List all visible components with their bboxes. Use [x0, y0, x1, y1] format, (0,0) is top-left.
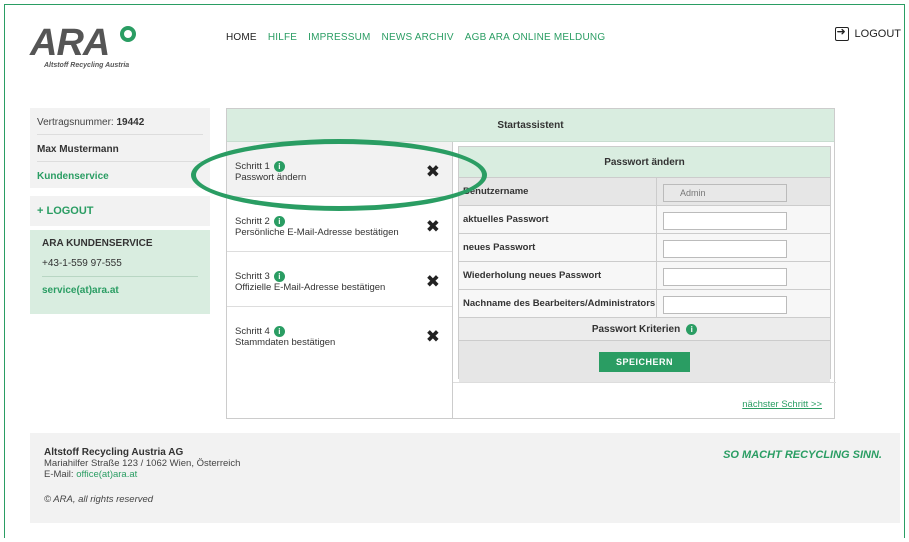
recycle-swirl-icon — [120, 26, 136, 42]
step-number: Schritt 1 — [235, 161, 270, 172]
editor-lastname-row: Nachname des Bearbeiters/Administrators — [459, 290, 830, 318]
username-row: Benutzername — [459, 178, 830, 206]
start-wizard: Startassistent Schritt 1i Passwort änder… — [226, 108, 836, 419]
password-criteria[interactable]: Passwort Kriterien i — [459, 318, 830, 341]
save-area: SPEICHERN — [459, 341, 830, 382]
logo-subtitle: Altstoff Recycling Austria — [44, 62, 130, 69]
step-label: Persönliche E-Mail-Adresse bestätigen — [235, 227, 399, 238]
user-name-text: Max Mustermann — [37, 144, 119, 155]
contract-label: Vertragsnummer: — [37, 117, 114, 128]
info-icon[interactable]: i — [273, 216, 285, 227]
current-password-input[interactable] — [663, 212, 787, 230]
service-email-link[interactable]: service(at)ara.at — [42, 277, 198, 296]
footer: Altstoff Recycling Austria AG Mariahilfe… — [30, 433, 900, 523]
field-label: Wiederholung neues Passwort — [459, 262, 657, 289]
logout-top-label: LOGOUT — [854, 28, 901, 40]
wizard-step-2[interactable]: Schritt 2i Persönliche E-Mail-Adresse be… — [227, 197, 452, 252]
field-label: aktuelles Passwort — [459, 206, 657, 233]
save-button[interactable]: SPEICHERN — [598, 351, 690, 372]
wizard-step-1[interactable]: Schritt 1i Passwort ändern ✖ — [227, 142, 452, 197]
service-phone: +43-1-559 97-555 — [42, 258, 198, 277]
user-name: Max Mustermann — [37, 135, 203, 162]
contract-row: Vertragsnummer: 19442 — [37, 108, 203, 135]
step-number: Schritt 4 — [235, 326, 270, 337]
repeat-password-input[interactable] — [663, 268, 787, 286]
account-box: Vertragsnummer: 19442 Max Mustermann Kun… — [30, 108, 210, 188]
step-label: Stammdaten bestätigen — [235, 337, 336, 348]
password-panel: Passwort ändern Benutzername aktuelles P… — [458, 146, 831, 382]
contract-number: 19442 — [116, 117, 145, 128]
service-title: ARA KUNDENSERVICE — [42, 238, 153, 249]
logout-icon — [834, 25, 849, 41]
top-navigation: HOME HILFE IMPRESSUM NEWS ARCHIV AGB ARA… — [226, 32, 605, 43]
current-password-row: aktuelles Passwort — [459, 206, 830, 234]
footer-slogan: SO MACHT RECYCLING SINN. — [723, 449, 882, 461]
criteria-label: Passwort Kriterien — [591, 323, 681, 335]
footer-email-label: E-Mail: — [44, 469, 74, 480]
password-panel-title: Passwort ändern — [459, 147, 830, 178]
nav-news-archiv[interactable]: NEWS ARCHIV — [382, 32, 454, 43]
service-box: ARA KUNDENSERVICE +43-1-559 97-555 servi… — [30, 230, 210, 314]
footer-email: E-Mail: office(at)ara.at — [44, 469, 886, 480]
editor-lastname-input[interactable] — [663, 296, 787, 314]
wizard-steps: Schritt 1i Passwort ändern ✖ Schritt 2i … — [227, 142, 453, 418]
step-label: Passwort ändern — [235, 172, 307, 183]
username-field — [663, 184, 787, 202]
step-number: Schritt 2 — [235, 216, 270, 227]
repeat-password-row: Wiederholung neues Passwort — [459, 262, 830, 290]
field-label: Nachname des Bearbeiters/Administrators — [459, 290, 657, 317]
wizard-step-4[interactable]: Schritt 4i Stammdaten bestätigen ✖ — [227, 307, 452, 362]
new-password-input[interactable] — [663, 240, 787, 258]
next-step-link[interactable]: nächster Schritt >> — [742, 399, 822, 410]
nav-hilfe[interactable]: HILFE — [268, 32, 297, 43]
nav-home[interactable]: HOME — [226, 32, 257, 43]
info-icon[interactable]: i — [273, 326, 285, 337]
sidebar: Vertragsnummer: 19442 Max Mustermann Kun… — [30, 108, 210, 314]
info-icon[interactable]: i — [273, 161, 285, 172]
divider — [453, 382, 836, 383]
sidebar-logout-link[interactable]: + LOGOUT — [30, 196, 210, 226]
info-icon[interactable]: i — [273, 271, 285, 282]
footer-copyright: © ARA, all rights reserved — [44, 494, 154, 505]
logout-top-button[interactable]: LOGOUT — [834, 25, 901, 41]
close-icon[interactable]: ✖ — [426, 217, 440, 237]
ara-logo[interactable]: ARA Altstoff Recycling Austria — [30, 24, 150, 74]
step-label: Offizielle E-Mail-Adresse bestätigen — [235, 282, 386, 293]
info-icon[interactable]: i — [686, 323, 698, 335]
customer-service-link[interactable]: Kundenservice — [37, 162, 203, 188]
nav-agb[interactable]: AGB ARA ONLINE MELDUNG — [465, 32, 606, 43]
wizard-step-3[interactable]: Schritt 3i Offizielle E-Mail-Adresse bes… — [227, 252, 452, 307]
close-icon[interactable]: ✖ — [426, 327, 440, 347]
step-number: Schritt 3 — [235, 271, 270, 282]
close-icon[interactable]: ✖ — [426, 272, 440, 292]
wizard-title: Startassistent — [227, 109, 834, 142]
new-password-row: neues Passwort — [459, 234, 830, 262]
nav-impressum[interactable]: IMPRESSUM — [308, 32, 370, 43]
footer-email-link[interactable]: office(at)ara.at — [76, 469, 137, 480]
field-label: neues Passwort — [459, 234, 657, 261]
field-label: Benutzername — [459, 178, 657, 205]
close-icon[interactable]: ✖ — [426, 162, 440, 182]
